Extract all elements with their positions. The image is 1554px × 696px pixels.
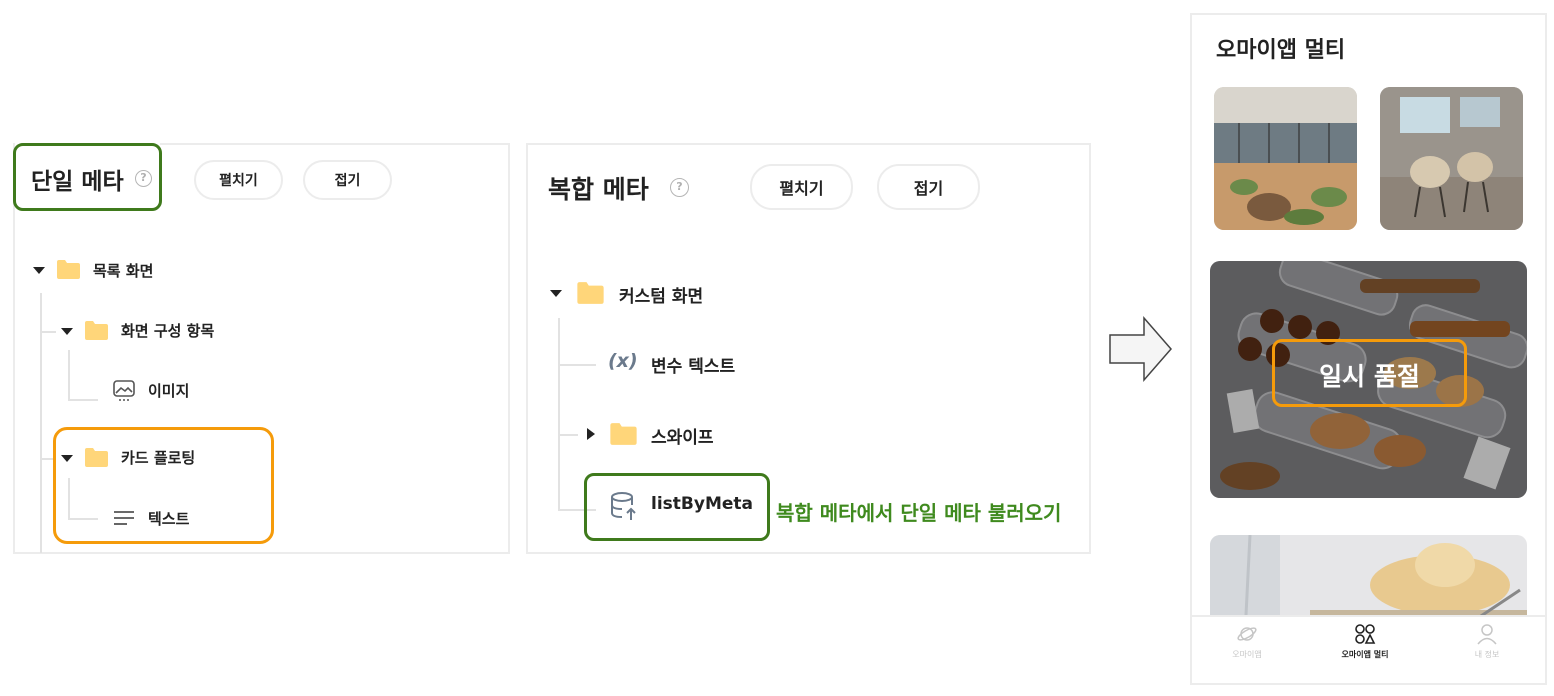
variable-icon: (x) (608, 350, 638, 372)
tree-item-list-screen[interactable]: 목록 화면 (93, 260, 153, 281)
annotation-note: 복합 메타에서 단일 메타 불러오기 (776, 501, 1062, 525)
person-icon (1477, 624, 1497, 645)
phone-preview: 오마이앱 멀티 일시 품절 오마이앱 오마이앱 멀티 내 정보 (1190, 13, 1547, 685)
help-icon[interactable]: ? (135, 170, 152, 187)
folder-icon (85, 321, 108, 340)
tree-line (40, 331, 56, 333)
panel-top-border (160, 143, 510, 145)
tab-label: 오마이앱 (1232, 650, 1262, 659)
sold-out-label: 일시 품절 (1319, 362, 1420, 391)
right-arrow-icon (1109, 316, 1172, 382)
folder-icon (57, 260, 80, 279)
chevron-right-icon[interactable] (587, 428, 595, 440)
tree-item-swipe[interactable]: 스와이프 (651, 423, 714, 448)
expand-button[interactable]: 펼치기 (750, 164, 853, 210)
chevron-down-icon[interactable] (61, 328, 73, 335)
multi-circles-icon (1355, 624, 1376, 644)
tree-line (68, 350, 70, 400)
expand-button[interactable]: 펼치기 (194, 160, 283, 200)
photo-thumbnail[interactable] (1214, 87, 1357, 230)
tab-omyapp[interactable]: 오마이앱 (1192, 623, 1302, 660)
tree-item-custom-screen[interactable]: 커스텀 화면 (619, 282, 703, 307)
folder-icon (610, 423, 637, 445)
tab-my-info[interactable]: 내 정보 (1432, 623, 1542, 660)
photo-thumbnail[interactable] (1380, 87, 1523, 230)
tree-item-list-by-meta[interactable]: listByMeta (651, 494, 753, 514)
folder-icon (577, 282, 604, 304)
bottom-tab-bar: 오마이앱 오마이앱 멀티 내 정보 (1192, 615, 1545, 683)
tree-line (68, 399, 98, 401)
tree-item-image[interactable]: 이미지 (148, 380, 189, 401)
phone-title: 오마이앱 멀티 (1216, 38, 1346, 63)
single-meta-title: 단일 메타 (31, 169, 124, 195)
chevron-down-icon[interactable] (550, 290, 562, 297)
tab-label: 오마이앱 멀티 (1341, 650, 1389, 659)
card-floating-highlight (53, 427, 274, 544)
chevron-down-icon[interactable] (33, 267, 45, 274)
tree-line (558, 364, 596, 366)
tab-label: 내 정보 (1474, 650, 1500, 659)
tab-omyapp-multi[interactable]: 오마이앱 멀티 (1310, 623, 1420, 660)
tree-item-variable-text[interactable]: 변수 텍스트 (651, 352, 735, 377)
tree-line (558, 434, 578, 436)
database-upload-icon (611, 492, 636, 520)
planet-icon (1237, 627, 1257, 641)
complex-meta-title: 복합 메타 (548, 175, 649, 204)
tree-item-screen-items[interactable]: 화면 구성 항목 (121, 320, 214, 341)
image-icon (113, 380, 135, 401)
collapse-button[interactable]: 접기 (877, 164, 980, 210)
help-icon[interactable]: ? (670, 178, 689, 197)
tree-line (558, 318, 560, 510)
collapse-button[interactable]: 접기 (303, 160, 392, 200)
